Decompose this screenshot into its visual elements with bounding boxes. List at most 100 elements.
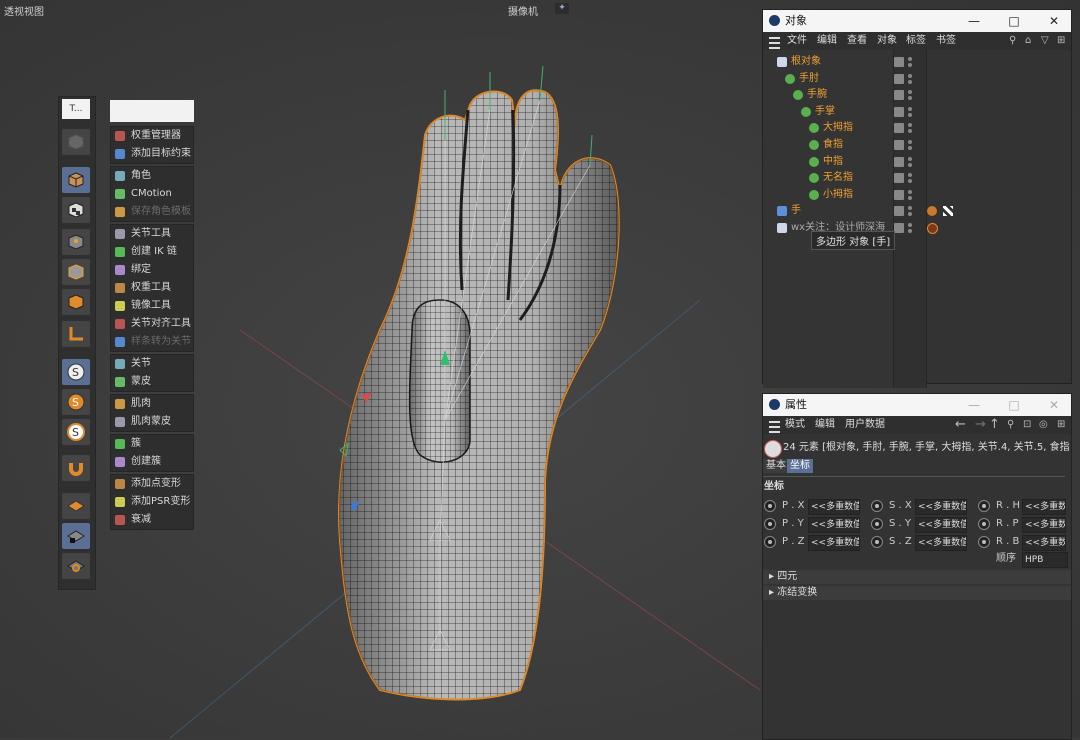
layer-checkbox[interactable]	[894, 140, 904, 150]
menu-icon[interactable]	[769, 421, 780, 433]
section-freeze-transform[interactable]: ▸ 冻结变换	[763, 586, 1071, 600]
animate-radio[interactable]	[978, 536, 990, 548]
checker-cube-button[interactable]	[62, 197, 90, 223]
lock-workplane-button[interactable]	[62, 523, 90, 549]
coord-field[interactable]: <<多重数	[1022, 517, 1066, 533]
menu-item[interactable]: 蒙皮	[111, 373, 193, 391]
weight-tag-icon[interactable]	[927, 206, 937, 217]
object-row[interactable]: 无名指	[763, 170, 1079, 186]
menu-item[interactable]: 肌肉	[111, 395, 193, 413]
menu-item[interactable]: 样条转为关节	[111, 333, 193, 351]
maximize-button[interactable]: □	[999, 394, 1029, 416]
layer-checkbox[interactable]	[894, 189, 904, 200]
point-cube-button[interactable]	[62, 229, 90, 255]
menu-edit[interactable]: 编辑	[817, 32, 837, 50]
visibility-dots[interactable]	[908, 122, 912, 134]
visibility-dots[interactable]	[908, 156, 912, 168]
visibility-dots[interactable]	[908, 205, 912, 217]
object-row[interactable]: 手	[763, 203, 1079, 219]
menu-mode[interactable]: 模式	[785, 416, 805, 434]
snap-mode-button[interactable]: S	[62, 419, 90, 445]
tab-coordinates[interactable]: 坐标	[787, 459, 813, 473]
menu-item[interactable]: 簇	[111, 435, 193, 453]
cube-disabled-button[interactable]	[62, 129, 90, 155]
object-row[interactable]: 大拇指	[763, 120, 1079, 136]
minimize-button[interactable]: —	[959, 394, 989, 416]
coord-field[interactable]: <<多重数	[1022, 535, 1066, 551]
coord-field[interactable]: <<多重数值	[808, 535, 860, 551]
object-row[interactable]: 手掌	[763, 104, 1079, 120]
object-row[interactable]: 食指	[763, 137, 1079, 153]
menu-item[interactable]: 创建 IK 链	[111, 243, 193, 261]
character-object-button[interactable]	[62, 167, 90, 193]
animate-radio[interactable]	[764, 518, 776, 530]
add-icon[interactable]: ⊞	[1057, 416, 1065, 434]
menu-item[interactable]: 关节	[111, 355, 193, 373]
close-button[interactable]: ✕	[1039, 394, 1069, 416]
layer-checkbox[interactable]	[894, 90, 904, 101]
add-icon[interactable]: ⊞	[1057, 32, 1065, 50]
edge-cube-button[interactable]	[62, 259, 90, 285]
animate-radio[interactable]	[764, 500, 776, 512]
visibility-dots[interactable]	[908, 89, 912, 101]
menu-item[interactable]: CMotion	[111, 185, 193, 203]
animate-radio[interactable]	[871, 536, 883, 548]
animate-radio[interactable]	[871, 500, 883, 512]
layer-checkbox[interactable]	[894, 57, 904, 67]
visibility-dots[interactable]	[908, 189, 912, 201]
animate-radio[interactable]	[978, 500, 990, 512]
visibility-dots[interactable]	[908, 139, 912, 151]
lock-icon[interactable]: ⊡	[1023, 416, 1031, 434]
workplane-button[interactable]	[62, 493, 90, 519]
menu-item[interactable]: 镜像工具	[111, 297, 193, 315]
coord-field[interactable]: <<多重数值	[915, 535, 967, 551]
up-arrow-icon[interactable]: ↑	[989, 416, 1000, 434]
animate-radio[interactable]	[871, 518, 883, 530]
animate-radio[interactable]	[978, 518, 990, 530]
magnet-button[interactable]	[62, 455, 90, 481]
menu-view[interactable]: 查看	[847, 32, 867, 50]
menu-tags[interactable]: 标签	[906, 32, 926, 50]
menu-item[interactable]: 添加点变形	[111, 475, 193, 493]
camera-icon[interactable]: ✦	[555, 3, 569, 14]
axis-button[interactable]	[62, 321, 90, 347]
search-icon[interactable]: ⚲	[1009, 32, 1016, 50]
animate-radio[interactable]	[764, 536, 776, 548]
object-row[interactable]: 根对象	[763, 54, 1079, 70]
menu-edit[interactable]: 编辑	[815, 416, 835, 434]
minimize-button[interactable]: —	[959, 10, 989, 32]
menu-item[interactable]: 角色	[111, 167, 193, 185]
layer-checkbox[interactable]	[894, 73, 904, 84]
toolbar-tab[interactable]: T...	[62, 99, 90, 119]
menu-bookmarks[interactable]: 书签	[936, 32, 956, 50]
forward-arrow-icon[interactable]: →	[975, 416, 986, 434]
menu-item[interactable]: 权重工具	[111, 279, 193, 297]
menu-item[interactable]: 添加PSR变形	[111, 493, 193, 511]
material-tag-icon[interactable]	[943, 206, 953, 217]
menu-item[interactable]: 衰减	[111, 511, 193, 529]
object-row[interactable]: 手腕	[763, 87, 1079, 103]
back-arrow-icon[interactable]: ←	[955, 416, 966, 434]
coord-field[interactable]: <<多重数值	[808, 517, 860, 533]
object-row[interactable]: 中指	[763, 154, 1079, 170]
layer-checkbox[interactable]	[894, 173, 904, 184]
visibility-dots[interactable]	[908, 106, 912, 118]
close-button[interactable]: ✕	[1039, 10, 1069, 32]
snap-settings-button[interactable]: S	[62, 389, 90, 415]
menu-item[interactable]: 肌肉蒙皮	[111, 413, 193, 431]
coord-field[interactable]: <<多重数值	[808, 499, 860, 515]
menu-item[interactable]: 权重管理器	[111, 127, 193, 145]
protection-tag-icon[interactable]	[927, 223, 938, 234]
home-icon[interactable]: ⌂	[1025, 32, 1031, 50]
object-row[interactable]: 手肘	[763, 71, 1079, 87]
plane-rotate-button[interactable]	[62, 553, 90, 579]
filter-icon[interactable]: ▽	[1041, 32, 1049, 50]
menu-item[interactable]: 添加目标约束	[111, 145, 193, 163]
layer-checkbox[interactable]	[894, 123, 904, 134]
section-quaternion[interactable]: ▸ 四元	[763, 570, 1071, 584]
order-dropdown[interactable]: HPB	[1022, 552, 1068, 568]
menu-icon[interactable]	[769, 37, 780, 49]
menu-item[interactable]: 关节对齐工具	[111, 315, 193, 333]
layer-checkbox[interactable]	[894, 206, 904, 217]
polygon-cube-button[interactable]	[62, 289, 90, 315]
